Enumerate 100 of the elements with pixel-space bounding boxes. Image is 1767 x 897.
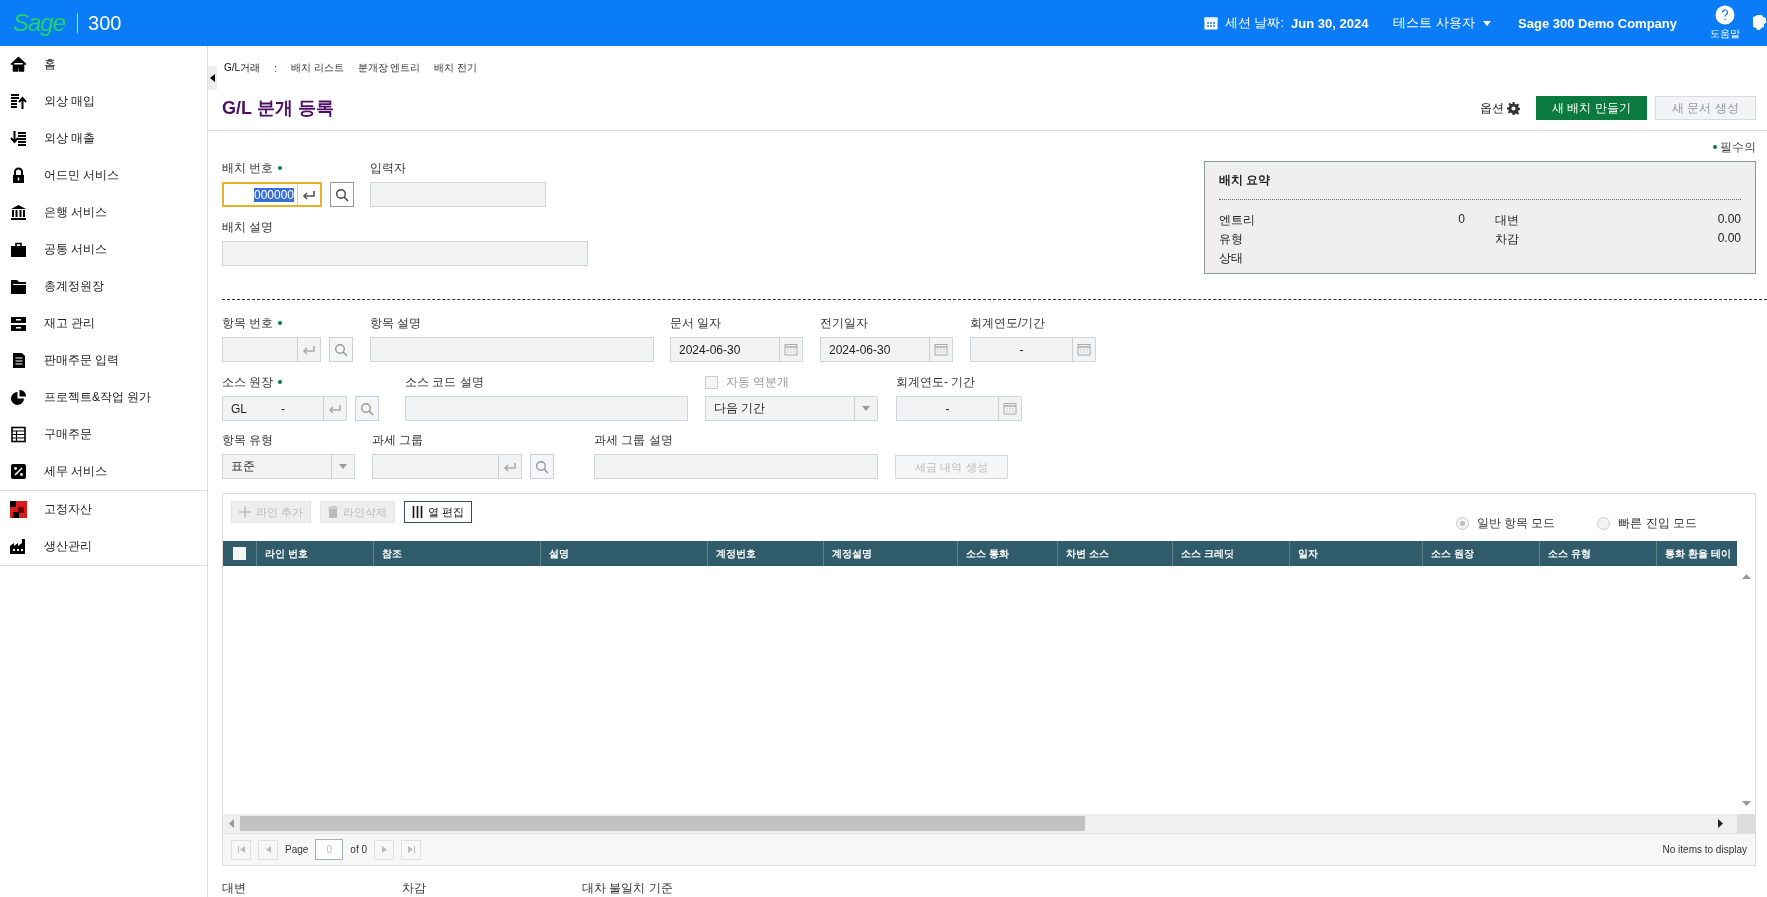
column-header[interactable]: 참조 (374, 541, 541, 566)
sidebar-item[interactable]: 외상 매출 (0, 120, 207, 157)
next-page-button[interactable] (374, 839, 395, 860)
edit-columns-button[interactable]: 열 편집 (404, 501, 473, 523)
column-header[interactable]: 소스 원장 (1423, 541, 1540, 566)
field-label: 배치 설명 (222, 218, 274, 236)
field-label: 소스 코드 설명 (405, 373, 484, 391)
search-icon (360, 401, 374, 416)
caret-icon (862, 406, 870, 411)
summary-value: 0 (1458, 212, 1465, 227)
sidebar-item[interactable]: 고정자산 (0, 491, 207, 528)
breadcrumb-link[interactable]: 배치 전기 (434, 61, 478, 75)
padlock-icon (10, 167, 27, 184)
field-label: 차감 (402, 880, 427, 897)
search-icon (535, 459, 549, 474)
sidebar-item[interactable]: 구매주문 (0, 416, 207, 453)
breadcrumb-title: G/L거래 (224, 61, 261, 75)
briefcase-icon (10, 241, 27, 258)
column-header[interactable]: 소스 유형 (1540, 541, 1657, 566)
search-button[interactable] (330, 182, 354, 207)
sidebar-item[interactable]: 판매주문 입력 (0, 342, 207, 379)
scroll-up-icon[interactable] (1741, 574, 1751, 579)
field-label: 과세 그룹 설명 (594, 431, 673, 449)
trash-icon (328, 506, 339, 518)
scroll-down-icon[interactable] (1741, 801, 1751, 806)
sidebar-item[interactable]: 은행 서비스 (0, 194, 207, 231)
column-header[interactable]: 계정설명 (824, 541, 958, 566)
help-icon (1715, 5, 1735, 25)
field-label: 자동 역분개 (726, 373, 790, 391)
create-batch-button[interactable]: 새 배치 만들기 (1536, 96, 1647, 120)
first-page-button[interactable] (231, 839, 251, 860)
select-all-checkbox[interactable] (233, 547, 246, 560)
summary-value: 0.00 (1717, 212, 1741, 227)
sidebar-item[interactable]: 프로젝트&작업 원가 (0, 379, 207, 416)
sidebar-item[interactable]: 공통 서비스 (0, 231, 207, 268)
collapse-sidebar-button[interactable] (208, 66, 217, 90)
mode-label[interactable]: 일반 항목 모드 (1476, 515, 1556, 532)
enter-icon (302, 189, 316, 200)
input-field[interactable]: 000000 (222, 182, 322, 207)
column-header[interactable]: 차변 소스 (1058, 541, 1173, 566)
pager-status: No items to display (1662, 844, 1747, 855)
sidebar-item[interactable]: 어드민 서비스 (0, 157, 207, 194)
horizontal-scrollbar[interactable] (223, 814, 1755, 833)
page-title: G/L 분개 등록 (222, 97, 334, 120)
sidebar-item[interactable]: 재고 관리 (0, 305, 207, 342)
blocks-icon (10, 501, 27, 518)
column-header[interactable]: 일자 (1290, 541, 1423, 566)
sidebar-item[interactable]: 외상 매입 (0, 83, 207, 120)
calendar-icon (784, 343, 798, 356)
breadcrumb-separator: : (274, 62, 277, 74)
field-label: 입력자 (370, 159, 406, 177)
previous-page-button[interactable] (258, 839, 278, 860)
calendar-icon (934, 343, 948, 356)
sidebar-item[interactable]: 생산관리 (0, 528, 207, 565)
last-page-button[interactable] (401, 839, 422, 860)
column-header[interactable]: 계정번호 (708, 541, 824, 566)
list-down-arrow-icon (10, 130, 27, 147)
next-page-icon (381, 846, 387, 853)
logo: Sage (13, 9, 66, 37)
sidebar-item[interactable]: 홈 (0, 46, 207, 83)
column-header[interactable]: 소스 크레딧 (1173, 541, 1290, 566)
field-label: 회계연도- 기간 (896, 373, 976, 391)
document-icon (10, 352, 27, 369)
percent-icon (10, 463, 27, 480)
breadcrumb-link[interactable]: 분개장 엔트리 (357, 61, 421, 75)
user-menu[interactable]: 테스트 사용자 (1393, 14, 1492, 32)
field-label: 소스 원장 (222, 373, 283, 391)
left-triangle-icon (210, 74, 215, 82)
session-date: Jun 30, 2024 (1291, 15, 1369, 31)
help-button[interactable]: 도움말 (1710, 5, 1740, 41)
mode-label[interactable]: 빠른 진입 모드 (1618, 515, 1697, 532)
scroll-right-icon[interactable] (1718, 819, 1723, 828)
summary-value: 0.00 (1717, 231, 1741, 246)
field-label: 항목 설명 (370, 314, 422, 332)
radio-button[interactable] (1597, 517, 1611, 530)
home-icon (10, 56, 27, 73)
columns-icon (412, 506, 424, 518)
sidebar-item[interactable]: 세무 서비스 (0, 453, 207, 490)
calendar-icon (1077, 343, 1091, 356)
page-label: Page (285, 844, 309, 855)
column-header[interactable]: 통화 환율 테이 (1657, 541, 1737, 566)
company-name: Sage 300 Demo Company (1518, 15, 1677, 31)
field-label: 대변 (222, 880, 247, 897)
session-label: 세션 날짜: (1224, 14, 1285, 32)
page-count: of 0 (350, 844, 368, 855)
enter-icon (503, 461, 517, 472)
summary-label: 상태 (1219, 250, 1243, 265)
column-header[interactable]: 소스 통화 (958, 541, 1058, 566)
column-header[interactable]: 라인 번호 (257, 541, 374, 566)
options-button[interactable]: 옵션 (1480, 99, 1520, 117)
folder-icon (10, 278, 27, 295)
column-header[interactable]: 설명 (541, 541, 708, 566)
sidebar-item[interactable]: 총계정원장 (0, 268, 207, 305)
radio-button[interactable] (1455, 517, 1469, 530)
scroll-left-icon[interactable] (229, 819, 234, 828)
breadcrumb-link[interactable]: 배치 리스트 (290, 61, 344, 75)
summary-label: 엔트리 (1219, 212, 1255, 227)
field-label: 문서 일자 (670, 314, 722, 332)
field-label: 배치 번호 (222, 159, 283, 177)
field-label: 회계연도/기간 (970, 314, 1046, 332)
